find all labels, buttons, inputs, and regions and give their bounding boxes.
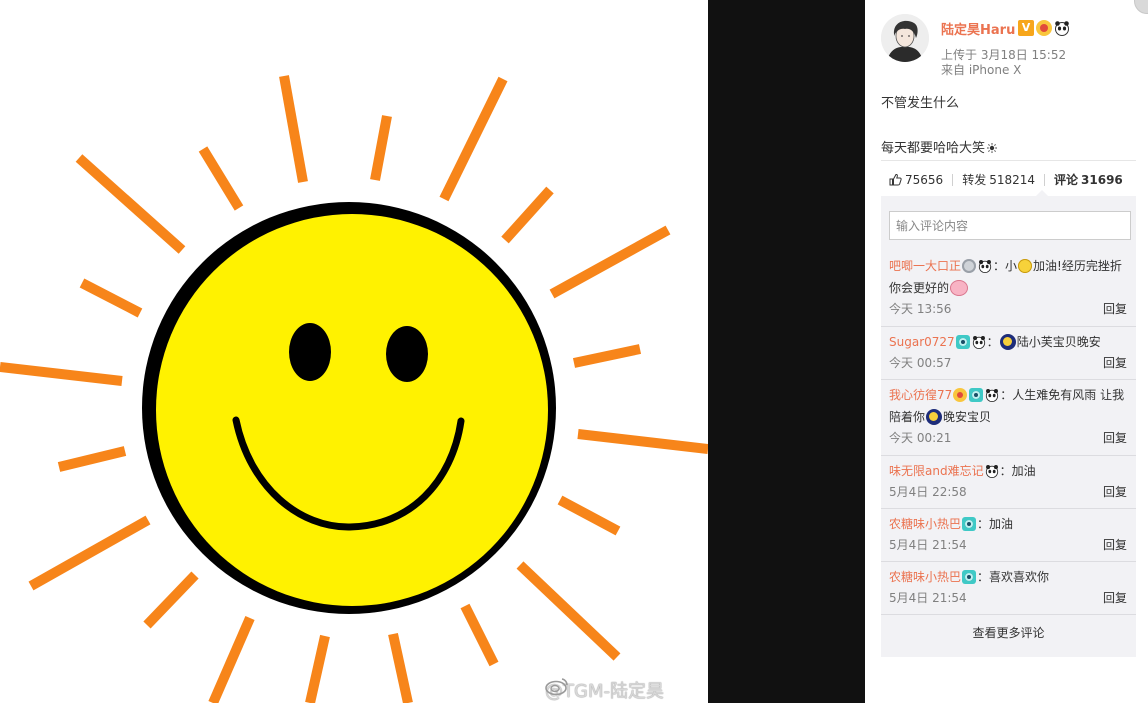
level-badge-icon: [953, 388, 968, 402]
comment-time: 今天 13:56: [889, 302, 952, 316]
comment-body: 农糖味小热巴 ：加油: [889, 513, 1127, 535]
comment-item: Sugar0727 ： 陆小芙宝贝晚安 今天 00:57 回复: [881, 331, 1136, 380]
comment-text: ：加油: [977, 517, 1014, 531]
comment-author[interactable]: 吧唧一大口正: [889, 259, 961, 273]
repost-count: 518214: [989, 172, 1036, 187]
close-icon[interactable]: [1134, 0, 1148, 14]
medal-icon: [962, 259, 977, 273]
comment-divider: [881, 614, 1136, 615]
verified-v-icon[interactable]: V: [1018, 19, 1034, 36]
panda-icon: [985, 465, 998, 478]
comment-time: 5月4日 22:58: [889, 485, 967, 499]
comment-text: ：加油: [999, 464, 1036, 478]
comment-time: 今天 00:57: [889, 356, 952, 370]
smiley-sun-image: [0, 75, 708, 703]
moon-emoji-icon: [926, 409, 943, 425]
comment-body: 吧唧一大口正 ：小 加油!经历完挫折你会更好的: [889, 255, 1127, 299]
comment-footer: 5月4日 21:54 回复: [889, 588, 1127, 608]
post-stats: 75656 转发 518214 评论 31696: [889, 171, 1132, 188]
panda-icon: [986, 389, 999, 402]
comment-input[interactable]: [889, 211, 1131, 240]
comment-text: ：: [986, 335, 999, 349]
comment-item: 味无限and难忘记 ：加油 5月4日 22:58 回复: [881, 460, 1136, 509]
comment-divider: [881, 326, 1136, 327]
comment-text: ：喜欢喜欢你: [977, 570, 1050, 584]
comments-panel: 吧唧一大口正：小加油!经历完挫折你会更好的 今天 13:56 回复 Sugar0…: [881, 190, 1136, 657]
like-count: 75656: [905, 172, 944, 187]
comment-author[interactable]: Sugar0727: [889, 335, 955, 349]
post-source: 来自 iPhone X: [941, 63, 1022, 77]
panda-icon: [1055, 20, 1069, 36]
comment-text: 晚安宝贝: [943, 410, 992, 424]
comment-label: 评论: [1054, 173, 1079, 187]
comment-divider: [881, 561, 1136, 562]
reply-button[interactable]: 回复: [1103, 299, 1127, 319]
comment-footer: 今天 00:21 回复: [889, 428, 1127, 448]
repost-button[interactable]: 转发 518214: [953, 171, 1044, 188]
comment-item: 农糖味小热巴 ：加油 5月4日 21:54 回复: [881, 513, 1136, 562]
post-author[interactable]: 陆定昊Haru: [941, 19, 1015, 38]
comment-time: 今天 00:21: [889, 431, 952, 445]
comment-time: 5月4日 21:54: [889, 591, 967, 605]
comment-author[interactable]: 味无限and难忘记: [889, 464, 984, 478]
avatar-icon: [881, 14, 929, 62]
fan-badge-icon: [962, 570, 977, 584]
panda-icon: [978, 260, 992, 273]
comment-footer: 今天 00:57 回复: [889, 353, 1127, 373]
fan-badge-icon: [962, 517, 977, 531]
comment-tab[interactable]: 评论 31696: [1045, 171, 1132, 188]
comment-time: 5月4日 21:54: [889, 538, 967, 552]
comment-divider: [881, 455, 1136, 456]
panda-icon: [972, 336, 985, 349]
reply-button[interactable]: 回复: [1103, 428, 1127, 448]
comment-item: 吧唧一大口正 ：小 加油!经历完挫折你会更好的 今天 13:56 回复: [881, 255, 1136, 327]
post-text-line-2: 每天都要哈哈大笑: [881, 137, 998, 156]
moon-emoji-icon: [999, 334, 1016, 350]
reply-button[interactable]: 回复: [1103, 588, 1127, 608]
comment-body: 味无限and难忘记 ：加油: [889, 460, 1127, 482]
repost-label: 转发: [962, 173, 987, 187]
comment-count: 31696: [1081, 172, 1123, 187]
comment-body: 我心彷徨77 ：人生难免有风雨 让我陪着你 晚安宝贝: [889, 384, 1127, 428]
author-badges: V: [1018, 19, 1070, 36]
post-text-content: 每天都要哈哈大笑: [881, 141, 986, 156]
smile-emoji-icon: [1018, 259, 1033, 273]
pig-emoji-icon: [950, 280, 969, 296]
comment-body: 农糖味小热巴 ：喜欢喜欢你: [889, 566, 1127, 588]
sun-icon: [987, 143, 998, 153]
reply-button[interactable]: 回复: [1103, 353, 1127, 373]
weibo-logo-icon: [545, 678, 568, 695]
comment-body: Sugar0727 ： 陆小芙宝贝晚安: [889, 331, 1127, 353]
reply-button[interactable]: 回复: [1103, 482, 1127, 502]
fan-badge-icon: [955, 335, 970, 349]
post-photo[interactable]: @TGM-陆定昊: [0, 0, 708, 703]
divider: [881, 160, 1136, 161]
post-text-line-1: 不管发生什么: [881, 96, 960, 111]
comment-author[interactable]: 农糖味小热巴: [889, 517, 961, 531]
comment-footer: 5月4日 22:58 回复: [889, 482, 1127, 502]
comment-author[interactable]: 我心彷徨77: [889, 388, 952, 402]
comment-footer: 5月4日 21:54 回复: [889, 535, 1127, 555]
fan-badge-icon: [969, 388, 984, 402]
comment-text: ：小: [993, 259, 1018, 273]
comment-divider: [881, 508, 1136, 509]
thumbs-up-icon: [889, 173, 902, 186]
comment-footer: 今天 13:56 回复: [889, 299, 1127, 319]
comment-item: 我心彷徨77 ：人生难免有风雨 让我陪着你 晚安宝贝 今天 00:21 回复: [881, 384, 1136, 456]
comment-author[interactable]: 农糖味小热巴: [889, 570, 961, 584]
image-viewer: @TGM-陆定昊: [0, 0, 865, 703]
comment-item: 农糖味小热巴 ：喜欢喜欢你 5月4日 21:54 回复: [881, 566, 1136, 615]
reply-button[interactable]: 回复: [1103, 535, 1127, 555]
level-badge-icon[interactable]: [1036, 19, 1052, 36]
more-comments-link[interactable]: 查看更多评论: [881, 624, 1136, 641]
comment-divider: [881, 379, 1136, 380]
post-panel: 陆定昊Haru V 上传于 3月18日 15:52 来自 iPhone X 不管…: [865, 0, 1148, 703]
like-button[interactable]: 75656: [889, 173, 952, 187]
watermark: @TGM-陆定昊: [545, 677, 664, 703]
avatar[interactable]: [881, 14, 929, 62]
comment-text: 陆小芙宝贝晚安: [1016, 335, 1101, 349]
